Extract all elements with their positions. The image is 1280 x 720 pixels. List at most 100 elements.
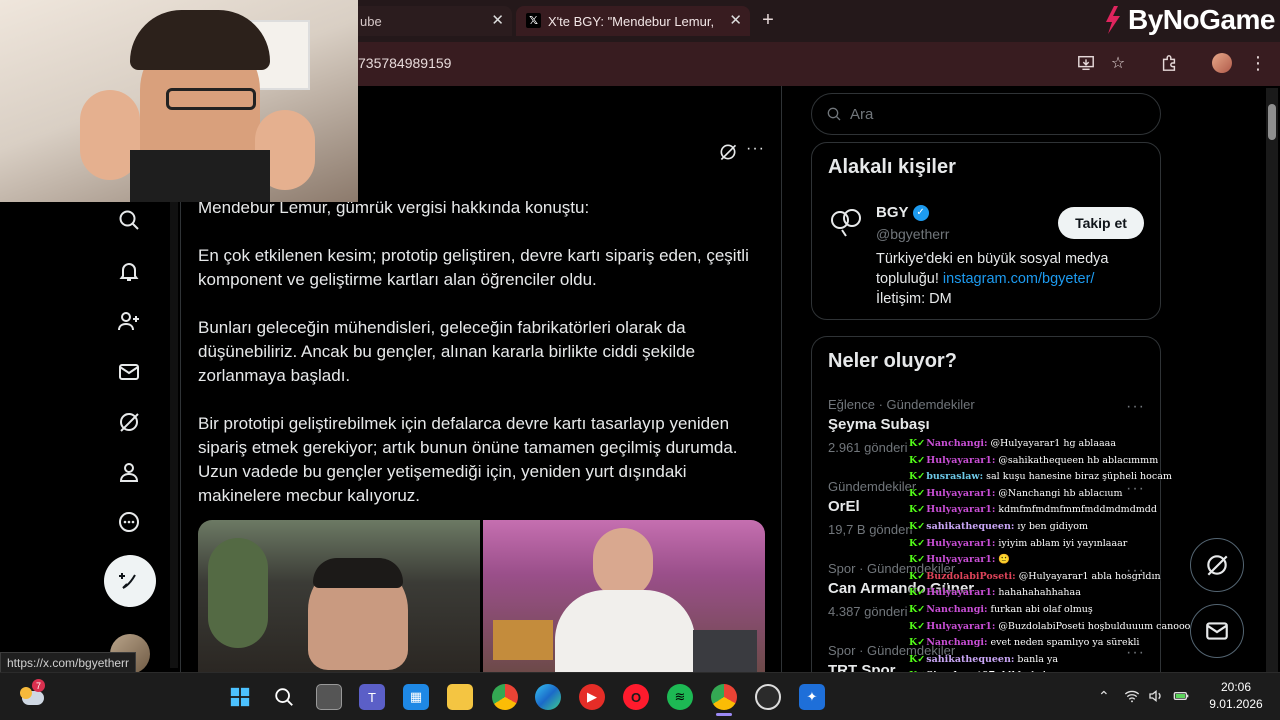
- bio-line: Türkiye'deki en büyük sosyal medya: [876, 251, 1109, 267]
- chat-username: Hulyayarar1:: [926, 537, 996, 549]
- related-people-title: Alakalı kişiler: [828, 156, 956, 178]
- bio-line: İletişim: DM: [876, 291, 952, 307]
- chat-text: ıy ben gidiyom: [1017, 521, 1089, 532]
- search-icon: [827, 107, 841, 121]
- chrome-menu-icon[interactable]: ⋮: [1248, 53, 1268, 73]
- store-icon[interactable]: ▦: [403, 684, 429, 710]
- chat-message: K✓sahikathequeen: ıy ben gidiyom: [909, 521, 1088, 537]
- weather-widget-icon[interactable]: 7: [18, 679, 46, 709]
- taskbar-search-icon[interactable]: [271, 684, 297, 710]
- chat-text: hahahahahhahaa: [998, 587, 1081, 599]
- trend-more-icon[interactable]: ···: [1126, 398, 1145, 416]
- new-tab-button[interactable]: +: [758, 9, 778, 31]
- profile-icon[interactable]: [114, 457, 144, 487]
- grok-action-icon[interactable]: [718, 142, 738, 162]
- trend-name[interactable]: Şeyma Subaşı: [828, 416, 930, 433]
- chat-username: Nanchangi:: [926, 438, 988, 449]
- more-icon[interactable]: [114, 507, 144, 537]
- tweet-text-paragraph: Bir prototipi geliştirebilmek için defal…: [198, 414, 738, 505]
- explore-icon[interactable]: [114, 205, 144, 235]
- chat-text: @Nanchangi hb ablacıum: [998, 487, 1123, 499]
- profile-avatar[interactable]: [1212, 53, 1232, 73]
- volume-icon[interactable]: [1148, 688, 1164, 707]
- windows-start-icon[interactable]: [227, 684, 253, 710]
- follow-button[interactable]: Takip et: [1058, 207, 1144, 239]
- close-icon[interactable]: ✕: [491, 11, 504, 29]
- chat-text: furkan abi olaf olmuş: [990, 604, 1093, 615]
- chrome-profile-icon[interactable]: [711, 684, 737, 710]
- page-scrollbar[interactable]: [1266, 88, 1278, 672]
- streamlabs-icon[interactable]: ✦: [799, 684, 825, 710]
- battery-icon[interactable]: [1172, 688, 1190, 707]
- tweet-media-image[interactable]: [198, 520, 480, 676]
- grok-icon[interactable]: [114, 407, 144, 437]
- address-bar-url[interactable]: 735784989159: [358, 55, 451, 71]
- trend-name[interactable]: OrEl: [828, 498, 860, 515]
- chat-username: BuzdolabiPoseti:: [926, 570, 1016, 582]
- chat-username: sahikathequeen:: [926, 521, 1015, 532]
- extensions-icon[interactable]: [1159, 53, 1179, 73]
- related-bio: Türkiye'deki en büyük sosyal medya toplu…: [876, 249, 1146, 309]
- file-explorer-icon[interactable]: [447, 684, 473, 710]
- chat-text: kdmfmfmdmfmmfmddmdmdmdd: [998, 504, 1157, 516]
- obs-icon[interactable]: [755, 684, 781, 710]
- bgy-avatar[interactable]: [828, 204, 864, 240]
- chat-text: @Hulyayarar1 abla hosgrldın: [1018, 570, 1161, 582]
- youtube-music-icon[interactable]: ▶: [579, 684, 605, 710]
- chat-username: Hulyayarar1:: [926, 487, 996, 499]
- browser-tab-youtube[interactable]: ube ✕: [340, 6, 512, 36]
- compose-post-button[interactable]: [104, 555, 156, 607]
- bookmark-star-icon[interactable]: ☆: [1108, 53, 1128, 73]
- edge-icon[interactable]: [535, 684, 561, 710]
- chat-badge-icon: K✓: [909, 587, 926, 599]
- trend-category: Gündemdekiler: [828, 479, 917, 494]
- chat-message: K✓Hulyayarar1: kdmfmfmdmfmmfmddmdmdmdd: [909, 504, 1157, 520]
- flame-icon: [1106, 6, 1120, 34]
- tab-title: X'te BGY: "Mendebur Lemur, gü: [548, 13, 718, 29]
- spotify-icon[interactable]: ≋: [667, 684, 693, 710]
- chat-text: iyiyim ablam iyi yayınlaaar: [998, 537, 1128, 549]
- bio-link[interactable]: instagram.com/bgyeter/: [943, 271, 1095, 287]
- chat-badge-icon: K✓: [909, 554, 926, 566]
- tweet-media-image[interactable]: [483, 520, 765, 676]
- chat-badge-icon: K✓: [909, 537, 926, 549]
- mail-icon: [1206, 622, 1228, 640]
- chat-text: banla ya: [1017, 653, 1059, 665]
- teams-icon[interactable]: T: [359, 684, 385, 710]
- trend-name[interactable]: TRT Spor: [828, 662, 896, 672]
- search-input[interactable]: Ara: [811, 93, 1161, 135]
- follow-people-icon[interactable]: [114, 306, 144, 336]
- tab-title: ube: [360, 13, 382, 29]
- tweet-text-paragraph: En çok etkilenen kesim; prototip gelişti…: [198, 246, 749, 289]
- browser-tab-x[interactable]: 𝕏 X'te BGY: "Mendebur Lemur, gü ✕: [516, 6, 750, 36]
- verified-badge-icon: ✓: [912, 204, 929, 221]
- messages-icon[interactable]: [114, 357, 144, 387]
- related-handle: @bgyetherr: [876, 226, 950, 242]
- page-scrollbar-thumb[interactable]: [1268, 104, 1276, 140]
- chat-username: Nanchangi:: [926, 604, 988, 615]
- chrome-icon[interactable]: [492, 684, 518, 710]
- chat-badge-icon: K✓: [909, 438, 926, 449]
- post-more-icon[interactable]: ···: [746, 140, 765, 158]
- tray-chevron-icon[interactable]: ⌃: [1098, 688, 1110, 705]
- chat-badge-icon: K✓: [909, 570, 926, 582]
- trend-count: 19,7 B gönderi: [828, 522, 913, 537]
- chat-text: @Hulyayarar1 hg ablaaaa: [990, 438, 1116, 449]
- link-status-url: https://x.com/bgyetherr: [0, 652, 137, 674]
- messages-float-button[interactable]: [1190, 604, 1244, 658]
- chat-message: K✓BuzdolabiPoseti: @Hulyayarar1 abla hos…: [909, 571, 1161, 587]
- notifications-icon[interactable]: [114, 256, 144, 286]
- trend-category: Eğlence · Gündemdekiler: [828, 397, 975, 412]
- task-view-icon[interactable]: [316, 684, 342, 710]
- install-app-icon[interactable]: [1076, 53, 1096, 73]
- wifi-icon[interactable]: [1124, 688, 1140, 707]
- grok-float-button[interactable]: [1190, 538, 1244, 592]
- taskbar-clock[interactable]: 20:06 9.01.2026: [1200, 679, 1272, 713]
- close-icon[interactable]: ✕: [729, 11, 742, 29]
- opera-icon[interactable]: O: [623, 684, 649, 710]
- chat-badge-icon: K✓: [909, 521, 926, 532]
- trend-count: 4.387 gönderi: [828, 604, 908, 619]
- related-name[interactable]: BGY ✓: [876, 204, 929, 221]
- chat-badge-icon: K✓: [909, 653, 926, 665]
- chat-badge-icon: K✓: [909, 620, 926, 632]
